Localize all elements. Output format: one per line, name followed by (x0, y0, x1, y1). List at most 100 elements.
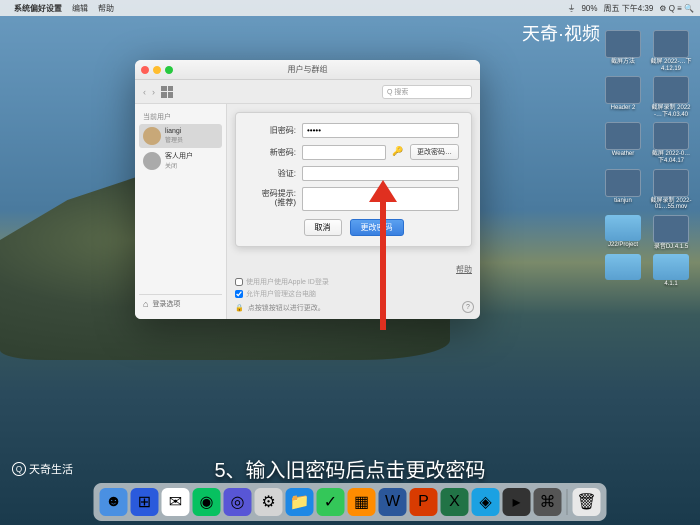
icon-label: Weather (612, 151, 635, 158)
home-icon: ⌂ (143, 299, 148, 309)
brand-icon: Q (12, 462, 26, 476)
grid-view-icon[interactable] (161, 86, 173, 98)
user-role: 管理员 (165, 135, 183, 144)
admin-label: 允许用户管理这台电脑 (246, 289, 316, 299)
tutorial-caption: 5、输入旧密码后点击更改密码 (214, 454, 485, 483)
avatar (143, 127, 161, 145)
file-thumb (653, 30, 689, 58)
dock-item[interactable]: P (410, 488, 438, 516)
desktop-icon[interactable]: Header 2 (602, 76, 644, 118)
help-icon[interactable]: ? (462, 301, 474, 313)
dock-item[interactable]: ⌘ (534, 488, 562, 516)
key-icon[interactable]: 🔑 (392, 146, 404, 158)
menu-edit[interactable]: 编辑 (72, 3, 88, 14)
app-menu[interactable]: 系统偏好设置 (14, 3, 62, 14)
desktop-icon[interactable]: 截屏录制 2022-…下4.03.40 (650, 76, 692, 118)
file-thumb (653, 215, 689, 243)
dock-item[interactable]: ◉ (193, 488, 221, 516)
dock-item[interactable]: X (441, 488, 469, 516)
icon-label: 4.1.1 (664, 281, 677, 288)
sidebar-user-current[interactable]: liangi 管理员 (139, 124, 222, 148)
desktop-icon[interactable]: Weather (602, 122, 644, 164)
hint-label: 密码提示: (推荐) (248, 190, 296, 208)
desktop-icon[interactable]: tianjun (602, 169, 644, 211)
dock: ☻⊞✉◉◎⚙📁✓▦WPX◈▸⌘ 🗑 (94, 483, 607, 521)
icon-label: J22/Project (608, 242, 638, 249)
help-link[interactable]: 帮助 (235, 264, 472, 275)
clock[interactable]: 周五 下午4:39 (604, 3, 654, 14)
file-thumb (605, 122, 641, 150)
dock-item[interactable]: ☻ (100, 488, 128, 516)
battery-status[interactable]: 90% (581, 4, 597, 13)
menu-help[interactable]: 帮助 (98, 3, 114, 14)
search-input[interactable]: Q 搜索 (382, 85, 472, 99)
desktop-icon[interactable]: 录音DJ.4.1.5 (650, 215, 692, 251)
file-thumb (653, 76, 689, 104)
lock-text: 点按锁按钮以进行更改。 (248, 303, 325, 313)
status-icons[interactable]: ⚙ Q ≡ 🔍 (659, 4, 694, 13)
user-name: 客人用户 (165, 151, 193, 161)
admin-checkbox[interactable] (235, 290, 243, 298)
zoom-icon[interactable] (165, 66, 173, 74)
brand-text: 天奇生活 (29, 461, 73, 477)
dock-item[interactable]: ✓ (317, 488, 345, 516)
folder-icon (653, 254, 689, 280)
file-thumb (653, 169, 689, 197)
icon-label: 截屏 2022-…下4.12.19 (650, 59, 692, 72)
sidebar-user-guest[interactable]: 客人用户 关闭 (139, 148, 222, 173)
desktop-icon[interactable]: 截屏方法 (602, 30, 644, 72)
back-button[interactable]: ‹ (143, 87, 146, 97)
dock-item[interactable]: ⚙ (255, 488, 283, 516)
old-password-label: 旧密码: (248, 125, 296, 136)
appleid-checkbox[interactable] (235, 278, 243, 286)
password-sheet: 旧密码: ••••• 新密码: 🔑 更改密码… 验证: 密码提示: (推荐) (235, 112, 472, 247)
menubar: 系统偏好设置 编辑 帮助 ⏚ 90% 周五 下午4:39 ⚙ Q ≡ 🔍 (0, 0, 700, 16)
icon-label: tianjun (614, 198, 632, 205)
dock-item[interactable]: W (379, 488, 407, 516)
desktop-icon[interactable]: 4.1.1 (650, 254, 692, 288)
appleid-label: 使用用户使用Apple ID登录 (246, 277, 329, 287)
wifi-icon[interactable]: ⏚ (567, 3, 575, 14)
verify-input[interactable] (302, 166, 459, 181)
dock-item[interactable]: ◈ (472, 488, 500, 516)
dock-item[interactable]: ⊞ (131, 488, 159, 516)
sidebar-section-label: 当前用户 (139, 110, 222, 124)
desktop-icon[interactable]: 截屏录制 2022-01…55.mov (650, 169, 692, 211)
window-toolbar: ‹ › Q 搜索 (135, 80, 480, 104)
dock-item[interactable]: ◎ (224, 488, 252, 516)
file-thumb (605, 169, 641, 197)
dock-item[interactable]: 📁 (286, 488, 314, 516)
change-password-side-button[interactable]: 更改密码… (410, 144, 459, 160)
annotation-arrow (380, 200, 386, 330)
lock-icon[interactable]: 🔒 (235, 304, 244, 312)
brand-watermark: Q 天奇生活 (12, 461, 73, 477)
forward-button[interactable]: › (152, 87, 155, 97)
close-icon[interactable] (141, 66, 149, 74)
minimize-icon[interactable] (153, 66, 161, 74)
dock-item[interactable]: 🗑 (573, 488, 601, 516)
icon-label: Header 2 (611, 105, 636, 112)
dock-item[interactable]: ▸ (503, 488, 531, 516)
old-password-input[interactable]: ••••• (302, 123, 459, 138)
cancel-button[interactable]: 取消 (304, 219, 342, 236)
dock-item[interactable]: ▦ (348, 488, 376, 516)
desktop-icon[interactable]: J22/Project (602, 215, 644, 251)
main-panel: 旧密码: ••••• 新密码: 🔑 更改密码… 验证: 密码提示: (推荐) (227, 104, 480, 319)
change-password-button[interactable]: 更改密码 (350, 219, 404, 236)
desktop-icon[interactable]: 截屏 2022-…下4.12.19 (650, 30, 692, 72)
user-role: 关闭 (165, 161, 193, 170)
desktop-icon[interactable] (602, 254, 644, 288)
desktop-icon[interactable]: 截屏 2022-0…下4.04.17 (650, 122, 692, 164)
login-options[interactable]: ⌂ 登录选项 (139, 294, 222, 313)
folder-icon (605, 215, 641, 241)
window-titlebar[interactable]: 用户与群组 (135, 60, 480, 80)
folder-icon (605, 254, 641, 280)
users-groups-window: 用户与群组 ‹ › Q 搜索 当前用户 liangi 管理员 客人用户 关闭 (135, 60, 480, 319)
dock-item[interactable]: ✉ (162, 488, 190, 516)
icon-label: 截屏方法 (611, 59, 635, 66)
new-password-input[interactable] (302, 145, 386, 160)
user-name: liangi (165, 128, 183, 135)
verify-label: 验证: (248, 168, 296, 179)
traffic-lights[interactable] (141, 66, 173, 74)
users-sidebar: 当前用户 liangi 管理员 客人用户 关闭 ⌂ 登录选项 (135, 104, 227, 319)
